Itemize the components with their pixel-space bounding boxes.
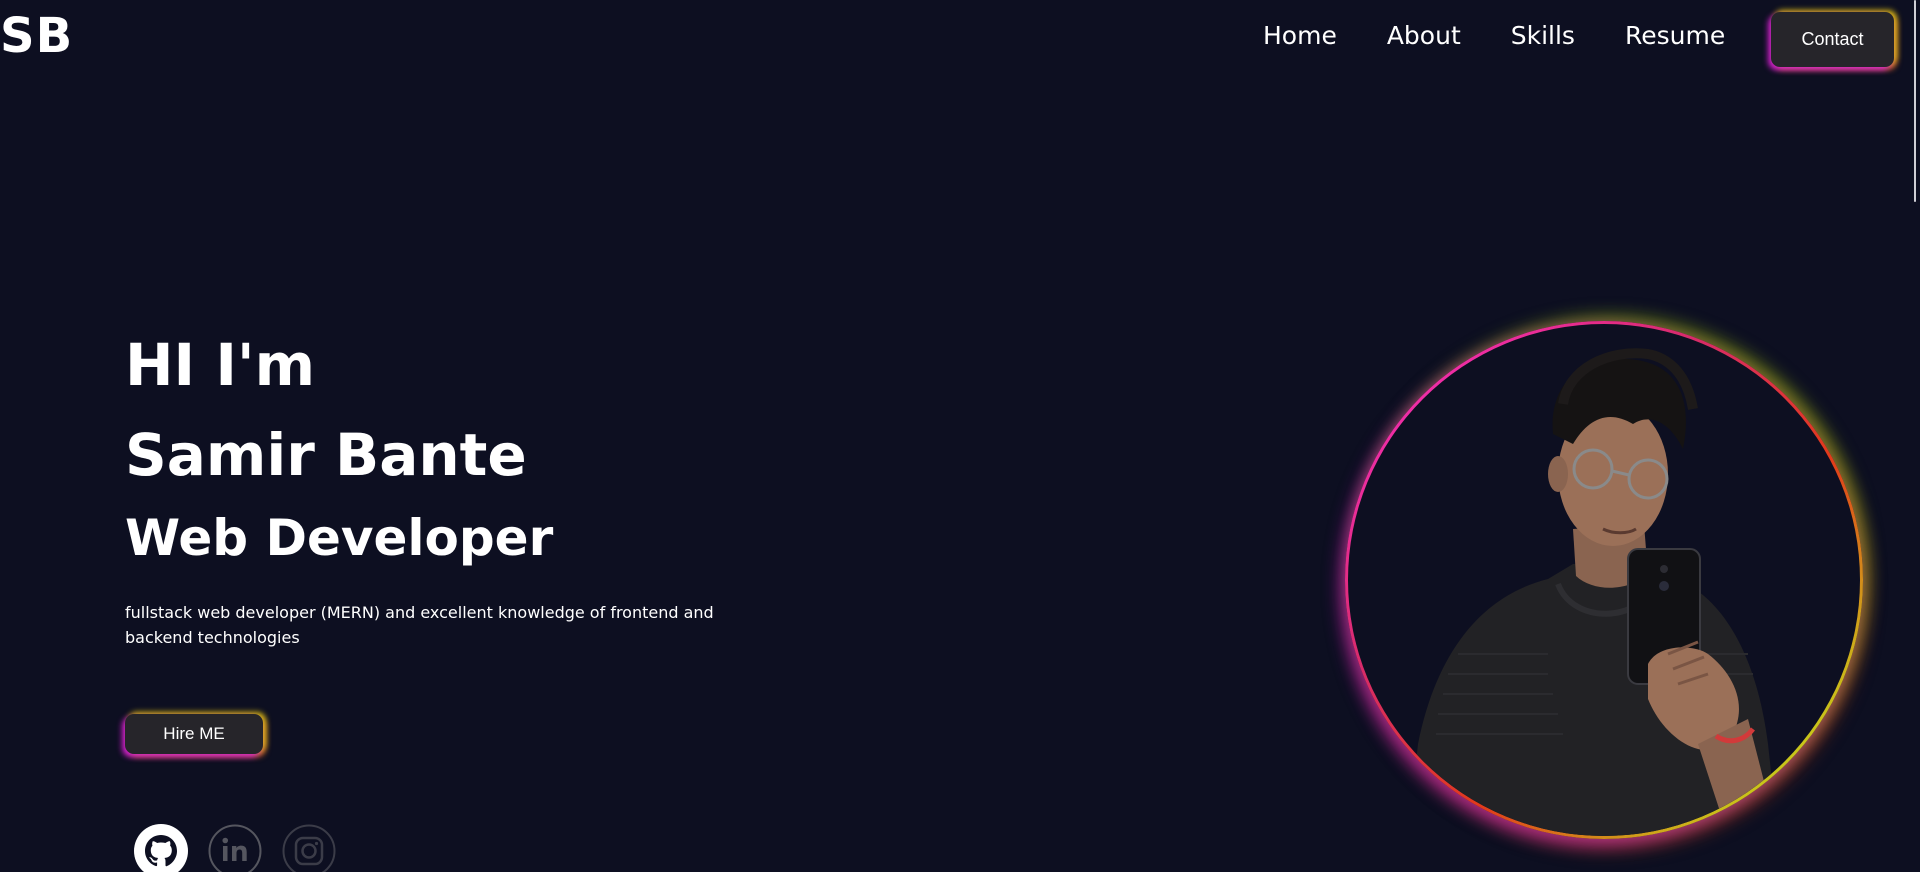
portfolio-page: SB Home About Skills Resume Contact HI I… bbox=[0, 0, 1920, 872]
hero-description: fullstack web developer (MERN) and excel… bbox=[125, 603, 714, 647]
main-nav: Home About Skills Resume bbox=[1263, 16, 1725, 56]
contact-button[interactable]: Contact bbox=[1771, 12, 1894, 67]
page-scrollbar[interactable] bbox=[1914, 0, 1916, 202]
hero-name: Samir Bante bbox=[125, 421, 527, 489]
profile-photo bbox=[1408, 348, 1778, 836]
nav-home-link[interactable]: Home bbox=[1263, 16, 1337, 56]
nav-resume-link[interactable]: Resume bbox=[1625, 16, 1725, 56]
hero-role: Web Developer bbox=[125, 509, 554, 567]
hero-greeting: HI I'm bbox=[125, 331, 316, 399]
site-logo[interactable]: SB bbox=[0, 4, 73, 68]
nav-skills-link[interactable]: Skills bbox=[1511, 16, 1575, 56]
social-links bbox=[134, 824, 336, 872]
github-icon[interactable] bbox=[134, 824, 188, 872]
profile-frame bbox=[1345, 321, 1863, 839]
hire-me-button[interactable]: Hire ME bbox=[125, 714, 263, 754]
instagram-icon[interactable] bbox=[282, 824, 336, 872]
linkedin-icon[interactable] bbox=[208, 824, 262, 872]
nav-about-link[interactable]: About bbox=[1387, 16, 1461, 56]
